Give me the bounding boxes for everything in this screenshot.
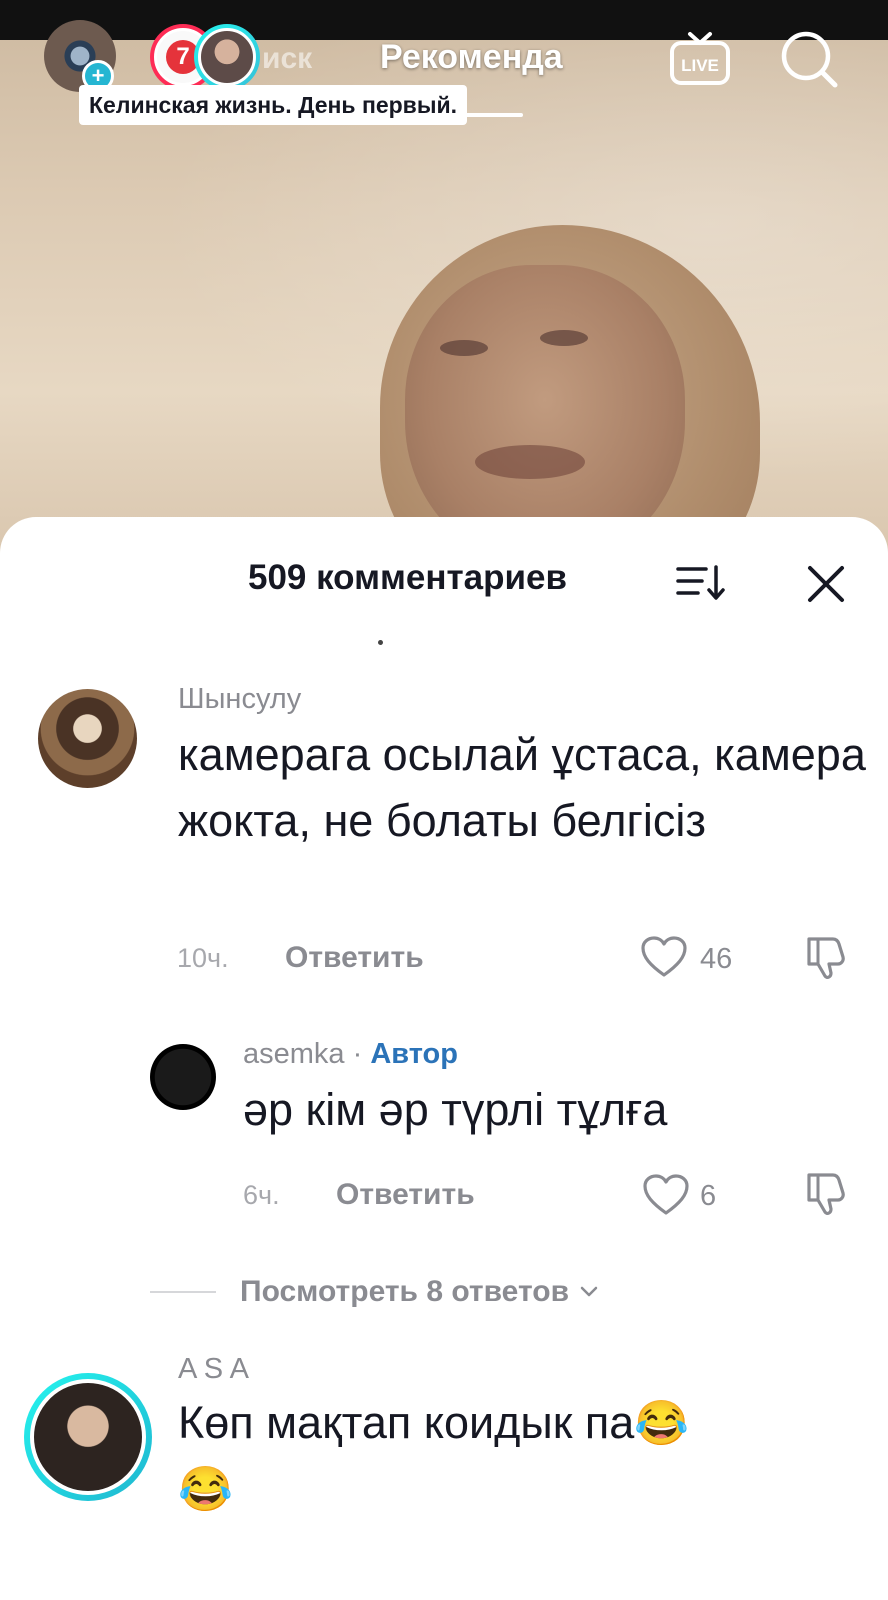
live-button[interactable]: LIVE: [668, 26, 732, 90]
user-avatar-image: [30, 1379, 146, 1495]
search-icon: [781, 31, 838, 88]
author-badge: Автор: [370, 1038, 458, 1070]
dislike-button[interactable]: [803, 935, 849, 981]
reply-button[interactable]: Ответить: [285, 941, 424, 975]
close-button[interactable]: [804, 562, 848, 606]
comment-username[interactable]: Шынсулу: [178, 683, 301, 716]
reply-button[interactable]: Ответить: [336, 1178, 475, 1212]
profile-avatar-button[interactable]: +: [44, 20, 116, 92]
search-button[interactable]: [778, 28, 842, 92]
username-separator: ·: [344, 1038, 371, 1070]
like-count: 46: [700, 943, 733, 975]
comments-count-title: 509 комментариев: [248, 558, 567, 597]
comment-time: 6ч.: [243, 1180, 280, 1210]
sort-button[interactable]: [676, 563, 726, 603]
replies-divider-line: [150, 1291, 216, 1293]
tab-search[interactable]: иск: [262, 42, 312, 76]
laughing-emoji: 😂: [178, 1465, 233, 1514]
like-button[interactable]: [642, 1173, 690, 1217]
thumbs-down-icon: [807, 1173, 845, 1216]
dislike-button[interactable]: [803, 1171, 849, 1217]
story-avatar-image: [198, 28, 256, 86]
video-subject-eye: [440, 340, 488, 356]
close-icon: [808, 566, 844, 602]
tab-recommended[interactable]: Рекоменда: [380, 38, 563, 77]
thumbs-down-icon: [807, 937, 845, 980]
video-player[interactable]: [0, 0, 888, 560]
comment-text: әр кім әр түрлі тұлға: [243, 1084, 668, 1135]
comments-sheet: 509 комментариев Шынсулу камерага осылай…: [0, 517, 888, 1600]
laughing-emoji: 😂: [634, 1399, 690, 1448]
chevron-down-icon: [580, 1286, 598, 1297]
video-subject-face: [405, 265, 685, 560]
like-count: 6: [700, 1180, 717, 1212]
live-label: LIVE: [681, 56, 719, 75]
comment-username[interactable]: A S A: [178, 1353, 249, 1386]
user-avatar[interactable]: [24, 1373, 152, 1501]
user-avatar[interactable]: [38, 689, 137, 788]
view-replies-button[interactable]: Посмотреть 8 ответов: [150, 1275, 599, 1309]
story-avatar-user[interactable]: [194, 24, 260, 90]
user-avatar[interactable]: [150, 1044, 216, 1110]
comment-text: Көп мақтап коидык па😂 😂: [178, 1390, 868, 1522]
comment-time: 10ч.: [177, 943, 229, 973]
video-subject-mouth: [475, 445, 585, 479]
like-button[interactable]: [640, 935, 688, 979]
view-replies-label: Посмотреть 8 ответов: [240, 1275, 570, 1308]
comment-username[interactable]: asemka · Автор: [243, 1038, 458, 1071]
comment-text: камерага осылай ұстаса, камера жокта, не…: [178, 729, 866, 846]
live-tv-icon: LIVE: [670, 32, 730, 85]
heart-icon: [643, 1174, 689, 1215]
comment-text-body: Көп мақтап коидык па: [178, 1397, 635, 1448]
username-text: asemka: [243, 1038, 345, 1070]
video-subject-eye: [540, 330, 588, 346]
video-caption: Келинская жизнь. День первый.: [79, 85, 467, 125]
divider-dot: [378, 640, 383, 645]
heart-icon: [641, 936, 687, 977]
sort-icon: [676, 565, 725, 600]
status-bar: [0, 0, 888, 40]
